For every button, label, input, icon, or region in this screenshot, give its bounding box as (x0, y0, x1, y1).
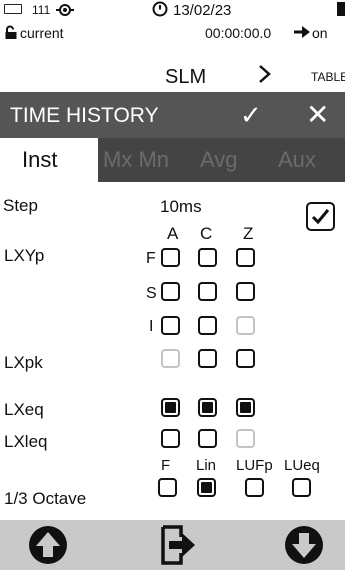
channel-count: 111 (32, 3, 51, 17)
confirm-button[interactable]: ✓ (240, 100, 262, 131)
lxyp-f-a-checkbox[interactable] (161, 248, 180, 267)
page-title: TIME HISTORY (10, 104, 159, 127)
lxeq-label: LXeq (4, 400, 44, 419)
corner-indicator (337, 2, 345, 16)
tab-bar: Inst Mx Mn Avg Aux (0, 138, 345, 182)
tab-mx-mn[interactable]: Mx Mn (103, 147, 169, 173)
lxpk-c-checkbox[interactable] (198, 349, 217, 368)
lxyp-f-z-checkbox[interactable] (236, 248, 255, 267)
lxleq-a-checkbox[interactable] (161, 429, 180, 448)
clock-icon (152, 1, 168, 21)
column-header-z: Z (243, 224, 254, 243)
lxyp-f-c-checkbox[interactable] (198, 248, 217, 267)
gps-icon (56, 2, 74, 22)
exit-button[interactable] (157, 523, 201, 567)
step-value[interactable]: 10ms (160, 197, 202, 217)
lxeq-c-checkbox[interactable] (198, 398, 217, 417)
lxpk-a-checkbox (161, 349, 180, 368)
battery-icon (4, 4, 22, 14)
next-mode-label[interactable]: TABLE (311, 70, 345, 84)
mode-nav: SLM TABLE (0, 62, 345, 90)
octave-column-lueq: LUeq (284, 457, 320, 474)
lxyp-label: LXYp (4, 246, 45, 265)
impulse-row-label: I (149, 318, 154, 335)
lxeq-z-checkbox[interactable] (236, 398, 255, 417)
octave-label: 1/3 Octave (4, 489, 87, 508)
on-label: on (312, 25, 328, 41)
lxyp-i-c-checkbox[interactable] (198, 316, 217, 335)
column-header-a: A (167, 224, 179, 243)
elapsed-timer: 00:00:00.0 (205, 25, 272, 41)
slow-row-label: S (146, 285, 157, 302)
octave-lueq-checkbox[interactable] (292, 478, 311, 497)
tab-avg[interactable]: Avg (200, 147, 238, 173)
status-date: 13/02/23 (173, 2, 232, 19)
arrow-down-circle-icon (285, 526, 323, 564)
lxpk-z-checkbox[interactable] (236, 349, 255, 368)
arrow-up-circle-icon (29, 526, 67, 564)
octave-column-f: F (161, 457, 171, 474)
lxyp-s-z-checkbox[interactable] (236, 282, 255, 301)
step-label: Step (3, 196, 38, 215)
close-button[interactable]: ✕ (306, 98, 329, 131)
scroll-down-button[interactable] (282, 523, 326, 567)
chevron-right-icon[interactable] (257, 62, 273, 92)
lxyp-i-z-checkbox (236, 316, 255, 335)
lxyp-s-a-checkbox[interactable] (161, 282, 180, 301)
octave-f-checkbox[interactable] (158, 478, 177, 497)
tab-inst[interactable]: Inst (0, 138, 98, 182)
lxeq-a-checkbox[interactable] (161, 398, 180, 417)
lock-label: current (20, 25, 64, 41)
measurement-info-row: current 00:00:00.0 on (0, 22, 345, 44)
lxpk-label: LXpk (4, 353, 43, 372)
lxleq-c-checkbox[interactable] (198, 429, 217, 448)
lxleq-label: LXleq (4, 432, 48, 451)
exit-icon (161, 525, 195, 565)
column-header-c: C (200, 224, 213, 243)
right-arrow-icon (293, 24, 311, 43)
fast-row-label: F (146, 250, 156, 267)
lxyp-s-c-checkbox[interactable] (198, 282, 217, 301)
tab-aux[interactable]: Aux (278, 147, 316, 173)
octave-lin-checkbox[interactable] (197, 478, 216, 497)
lxleq-z-checkbox (236, 429, 255, 448)
scroll-up-button[interactable] (26, 523, 70, 567)
octave-column-lin: Lin (196, 457, 217, 474)
octave-column-lufp: LUFp (236, 457, 273, 474)
lock-icon (4, 25, 18, 43)
bottom-toolbar (0, 520, 345, 570)
mode-title: SLM (165, 66, 207, 88)
lxyp-i-a-checkbox[interactable] (161, 316, 180, 335)
status-bar: 111 13/02/23 (0, 0, 345, 22)
octave-lufp-checkbox[interactable] (245, 478, 264, 497)
enable-checkbox[interactable] (306, 202, 335, 231)
title-bar: TIME HISTORY ✓ ✕ (0, 92, 345, 138)
